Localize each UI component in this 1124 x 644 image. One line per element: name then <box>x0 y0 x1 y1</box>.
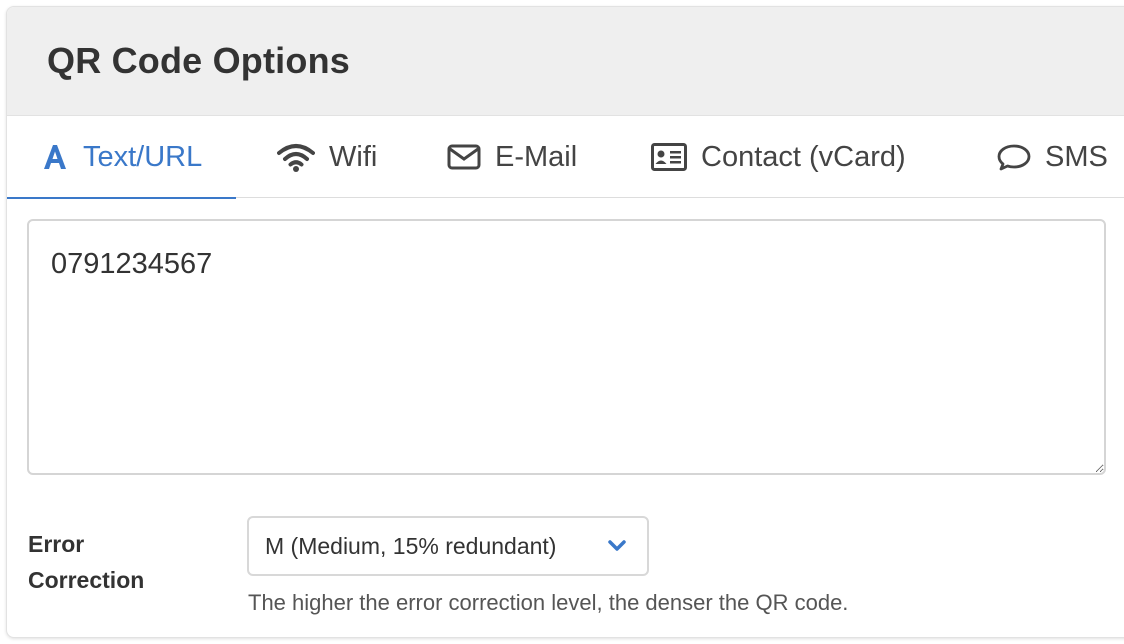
tab-label: SMS <box>1045 140 1108 173</box>
tab-label: Contact (vCard) <box>701 140 906 173</box>
tab-contact[interactable]: Contact (vCard) <box>651 116 906 198</box>
tab-label: Text/URL <box>83 140 203 173</box>
text-input-wrapper: 0791234567 <box>27 219 1106 475</box>
error-correction-help: The higher the error correction level, t… <box>248 590 849 615</box>
card-header: QR Code Options <box>7 7 1124 116</box>
text-icon <box>41 143 69 171</box>
tab-email[interactable]: E-Mail <box>447 116 577 198</box>
envelope-icon <box>447 144 481 170</box>
error-correction-label: Error Correction <box>28 526 178 598</box>
page-title: QR Code Options <box>47 40 350 81</box>
chevron-down-icon <box>607 539 627 553</box>
error-correction-select[interactable]: M (Medium, 15% redundant) <box>247 516 649 576</box>
speech-bubble-icon <box>997 143 1031 171</box>
contact-card-icon <box>651 143 687 171</box>
tab-sms[interactable]: SMS <box>997 116 1108 198</box>
tab-label: Wifi <box>329 140 378 173</box>
tab-bar: Text/URL Wifi E-Mail Contact (vCard) SMS <box>7 116 1124 199</box>
error-correction-label-text: Error Correction <box>28 531 145 593</box>
wifi-icon <box>277 142 315 172</box>
error-correction-selected: M (Medium, 15% redundant) <box>265 532 557 559</box>
tab-wifi[interactable]: Wifi <box>277 116 377 198</box>
tab-label: E-Mail <box>495 140 578 173</box>
qr-options-card: QR Code Options Text/URL Wifi E-Mail Con… <box>6 6 1124 638</box>
tab-text-url[interactable]: Text/URL <box>7 116 237 199</box>
text-url-input[interactable]: 0791234567 <box>27 219 1106 475</box>
